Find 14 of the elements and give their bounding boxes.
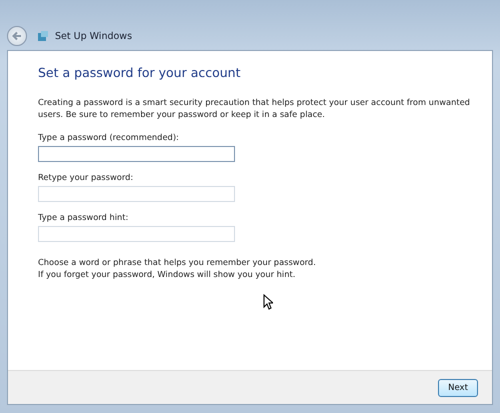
field-label: Retype your password: xyxy=(38,172,134,182)
intro-text: Creating a password is a smart security precaution that helps protect your user account from unwanted users. Be sure to remember your password or keep it in a safe place. xyxy=(38,96,471,120)
setup-icon xyxy=(37,30,49,42)
next-button[interactable]: Next xyxy=(438,378,478,396)
hint-text: Choose a word or phrase that helps you remember your password. xyxy=(38,256,316,268)
hint-text: If you forget your password, Windows will show you your hint. xyxy=(38,268,296,280)
page-heading: Set a password for your account xyxy=(38,65,240,80)
field-label: Type a password hint: xyxy=(38,212,128,222)
input-field[interactable] xyxy=(38,146,235,162)
field-label: Type a password (recommended): xyxy=(38,132,179,142)
window-title: Set Up Windows xyxy=(55,30,132,42)
back-button[interactable] xyxy=(7,26,27,46)
mouse-cursor-icon xyxy=(263,294,273,310)
back-arrow-icon xyxy=(10,29,24,43)
